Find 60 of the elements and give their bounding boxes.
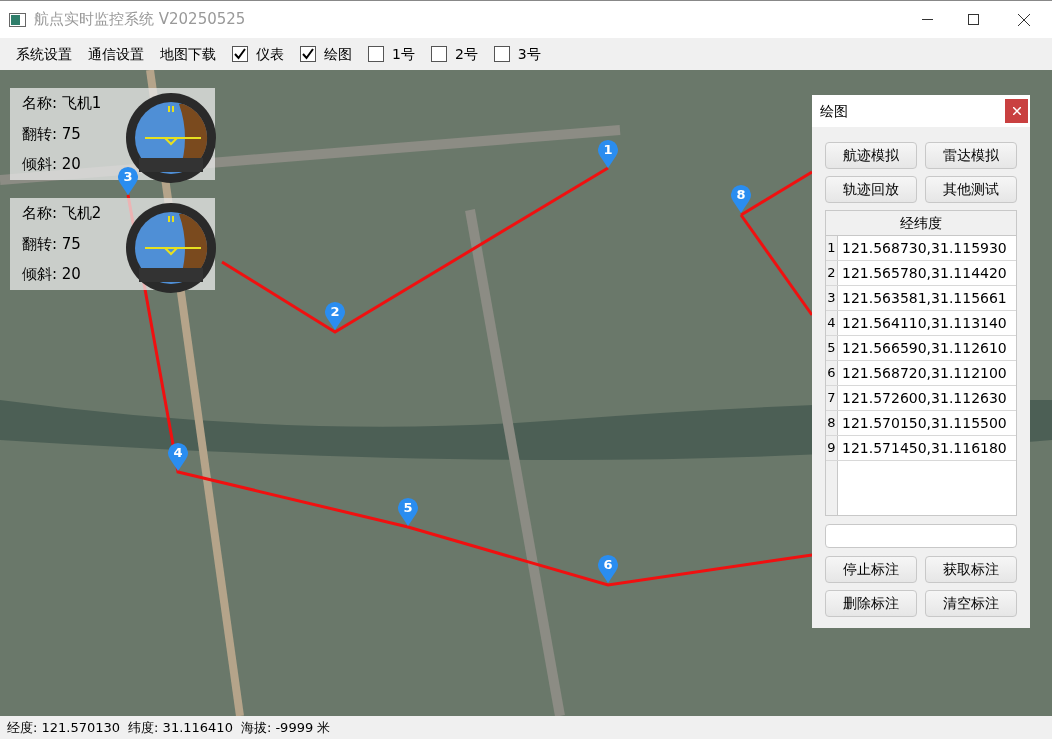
panel-button[interactable]: 停止标注 <box>825 556 917 583</box>
close-icon <box>1018 13 1030 26</box>
panel-close-button[interactable] <box>1005 99 1028 123</box>
checkbox[interactable] <box>430 46 447 62</box>
table-cell-text: 121.568730,31.115930 <box>841 238 1007 258</box>
row-number: 8 <box>826 411 838 435</box>
table-cell-text: 121.568720,31.112100 <box>841 363 1007 383</box>
aircraft-info-text: 翻转: 75 <box>22 233 82 255</box>
aircraft-info-text: 翻转: 75 <box>22 123 82 145</box>
table-cell-text: 121.570150,31.115500 <box>841 413 1007 433</box>
menu-button[interactable]: 系统设置 <box>16 43 72 65</box>
checkmark-icon <box>302 48 314 60</box>
table-cell-text: 121.565780,31.114420 <box>841 263 1007 283</box>
table-cell-text: 121.571450,31.116180 <box>841 438 1007 458</box>
panel-title: 绘图 <box>820 101 848 121</box>
row-number: 2 <box>826 261 838 285</box>
aircraft-info-text: 名称: 飞机2 <box>22 203 103 225</box>
checkbox[interactable] <box>300 46 316 62</box>
aircraft-info-text: 倾斜: 20 <box>22 264 82 286</box>
panel-button[interactable]: 航迹模拟 <box>825 142 917 169</box>
checkbox[interactable] <box>368 46 384 62</box>
checkbox-label: 2号 <box>454 44 478 64</box>
maximize-icon <box>967 14 979 25</box>
checkbox-label: 绘图 <box>324 44 352 64</box>
aircraft-info-text: 名称: 飞机1 <box>22 93 103 115</box>
checkbox[interactable] <box>493 46 510 62</box>
checkmark-icon <box>234 48 246 60</box>
aircraft-info-text: 倾斜: 20 <box>22 154 82 176</box>
row-number: 6 <box>826 361 838 385</box>
row-number: 9 <box>826 436 838 460</box>
table-cell-text: 121.572600,31.112630 <box>841 388 1007 408</box>
panel-button[interactable]: 清空标注 <box>925 590 1017 617</box>
table-cell-text: 121.566590,31.112610 <box>841 338 1007 358</box>
status-text: 海拔: -9999 米 <box>240 718 331 737</box>
panel-button[interactable]: 删除标注 <box>825 590 917 617</box>
row-number: 4 <box>826 311 838 335</box>
row-number: 1 <box>826 236 838 260</box>
status-text: 纬度: 31.116410 <box>128 718 233 737</box>
table-cell-text: 121.563581,31.115661 <box>841 288 1007 308</box>
app-icon <box>9 12 26 27</box>
column-header: 经纬度 <box>826 211 1016 236</box>
table-cell-text: 121.564110,31.113140 <box>841 313 1007 333</box>
panel-button[interactable]: 获取标注 <box>925 556 1017 583</box>
row-number: 5 <box>826 336 838 360</box>
menu-button[interactable]: 地图下载 <box>160 43 216 65</box>
checkbox[interactable] <box>232 46 248 62</box>
input-field[interactable] <box>825 524 1017 548</box>
row-number: 3 <box>826 286 838 310</box>
checkbox-label: 仪表 <box>256 44 284 64</box>
checkbox-label: 3号 <box>517 44 541 64</box>
panel-button[interactable]: 雷达模拟 <box>925 142 1017 169</box>
status-text: 经度: 121.570130 <box>7 718 121 737</box>
minimize-icon <box>921 19 933 20</box>
panel-button[interactable]: 其他测试 <box>925 176 1017 203</box>
menu-button[interactable]: 通信设置 <box>88 43 144 65</box>
window-title: 航点实时监控系统 V20250525 <box>34 9 246 31</box>
row-number: 7 <box>826 386 838 410</box>
checkbox-label: 1号 <box>392 44 415 64</box>
close-icon <box>1012 107 1021 115</box>
panel-button[interactable]: 轨迹回放 <box>825 176 917 203</box>
